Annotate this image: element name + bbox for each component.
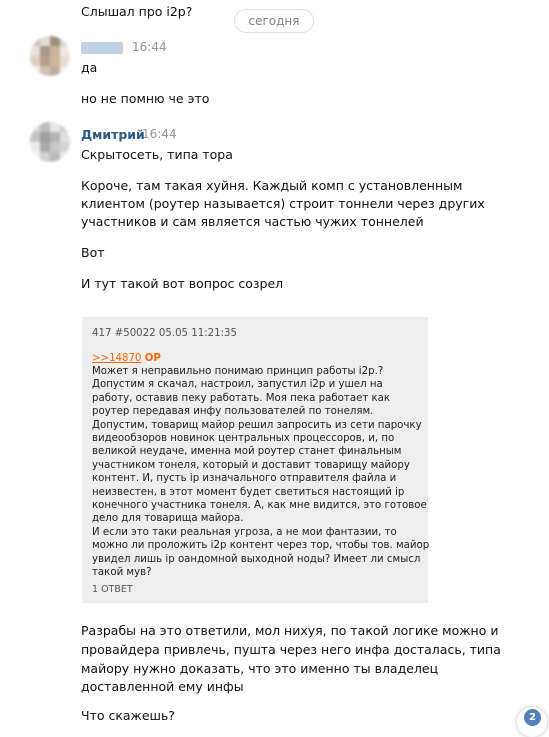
message-time[interactable]: 16:44 xyxy=(142,127,177,141)
message-text: Что скажешь? xyxy=(81,708,175,723)
post-line: Допустим, товарищ майор решил запросить … xyxy=(92,419,422,431)
op-tag: OP xyxy=(144,353,161,364)
message-text: Вот xyxy=(81,245,105,260)
post-reply-reference: >>14870 OP xyxy=(92,352,161,365)
message-text: Скрытосеть, типа тора xyxy=(81,147,233,162)
message-text: доставленной ему инфы xyxy=(81,679,244,694)
sender-name[interactable]: Дмитрий xyxy=(81,127,145,142)
message-text: провайдера привлечь, пушта через него ин… xyxy=(81,642,501,657)
message-text: Разрабы на это ответили, мол нихуя, по т… xyxy=(81,623,499,638)
message-text: И тут такой вот вопрос созрел xyxy=(81,276,284,291)
post-line: Допустим я скачал, настроил, запустил i2… xyxy=(92,379,383,391)
message-time[interactable]: 16:44 xyxy=(132,40,167,54)
message-text: да xyxy=(81,60,98,75)
post-line: неизвестен, в этот момент будет светитьс… xyxy=(92,486,405,498)
post-line: такой мув? xyxy=(92,567,152,579)
unread-count-badge[interactable]: 2 xyxy=(524,709,541,726)
message-text: майору нужно доказать, что это именно ты… xyxy=(81,661,439,676)
reply-link: >>14870 xyxy=(92,353,142,364)
sender-name-redacted[interactable] xyxy=(81,42,123,54)
post-body: Может я неправильно понимаю принцип рабо… xyxy=(92,365,430,580)
message-text: Короче, там такая хуйня. Каждый комп с у… xyxy=(81,178,463,193)
post-line: И если это таки реальная угроза, а не мо… xyxy=(92,526,397,538)
post-line: конечного участника тонеля. А, как мне в… xyxy=(92,500,427,512)
message-text: клиентом (роутер называется) строит тонн… xyxy=(81,196,485,211)
avatar[interactable] xyxy=(30,122,70,162)
attached-post-image[interactable]: 417 #50022 05.05 11:21:35 >>14870 OP Мож… xyxy=(82,317,430,603)
post-line: великой неудаче, именна мой роутер стане… xyxy=(92,446,402,458)
post-line: Может я неправильно понимаю принцип рабо… xyxy=(92,366,384,377)
post-line: участником тонеля, который и доставит то… xyxy=(92,459,410,471)
post-header: 417 #50022 05.05 11:21:35 xyxy=(92,328,238,339)
post-line: видеообзоров новинок центральных процесс… xyxy=(92,433,395,445)
post-replies-count: 1 ОТВЕТ xyxy=(92,584,133,595)
post-line: увидел лишь ip оандомной выходной ноды? … xyxy=(92,553,421,565)
post-line: работу, оставив пеку работать. Моя пека … xyxy=(92,392,391,404)
message-text: участников и сам является частью чужих т… xyxy=(81,214,424,229)
message-text: но не помню че это xyxy=(81,91,210,106)
avatar[interactable] xyxy=(30,36,70,76)
date-separator: сегодня xyxy=(234,9,314,33)
message-text: Слышал про i2p? xyxy=(81,4,193,19)
post-line: контент. И, пусть ip изначального отправ… xyxy=(92,473,397,485)
post-line: роутер передавая инфу пользователей по т… xyxy=(92,406,374,418)
post-line: дело для товарища майора. xyxy=(92,513,244,525)
post-line: можно ли проложить i2p контент через тор… xyxy=(92,540,430,552)
